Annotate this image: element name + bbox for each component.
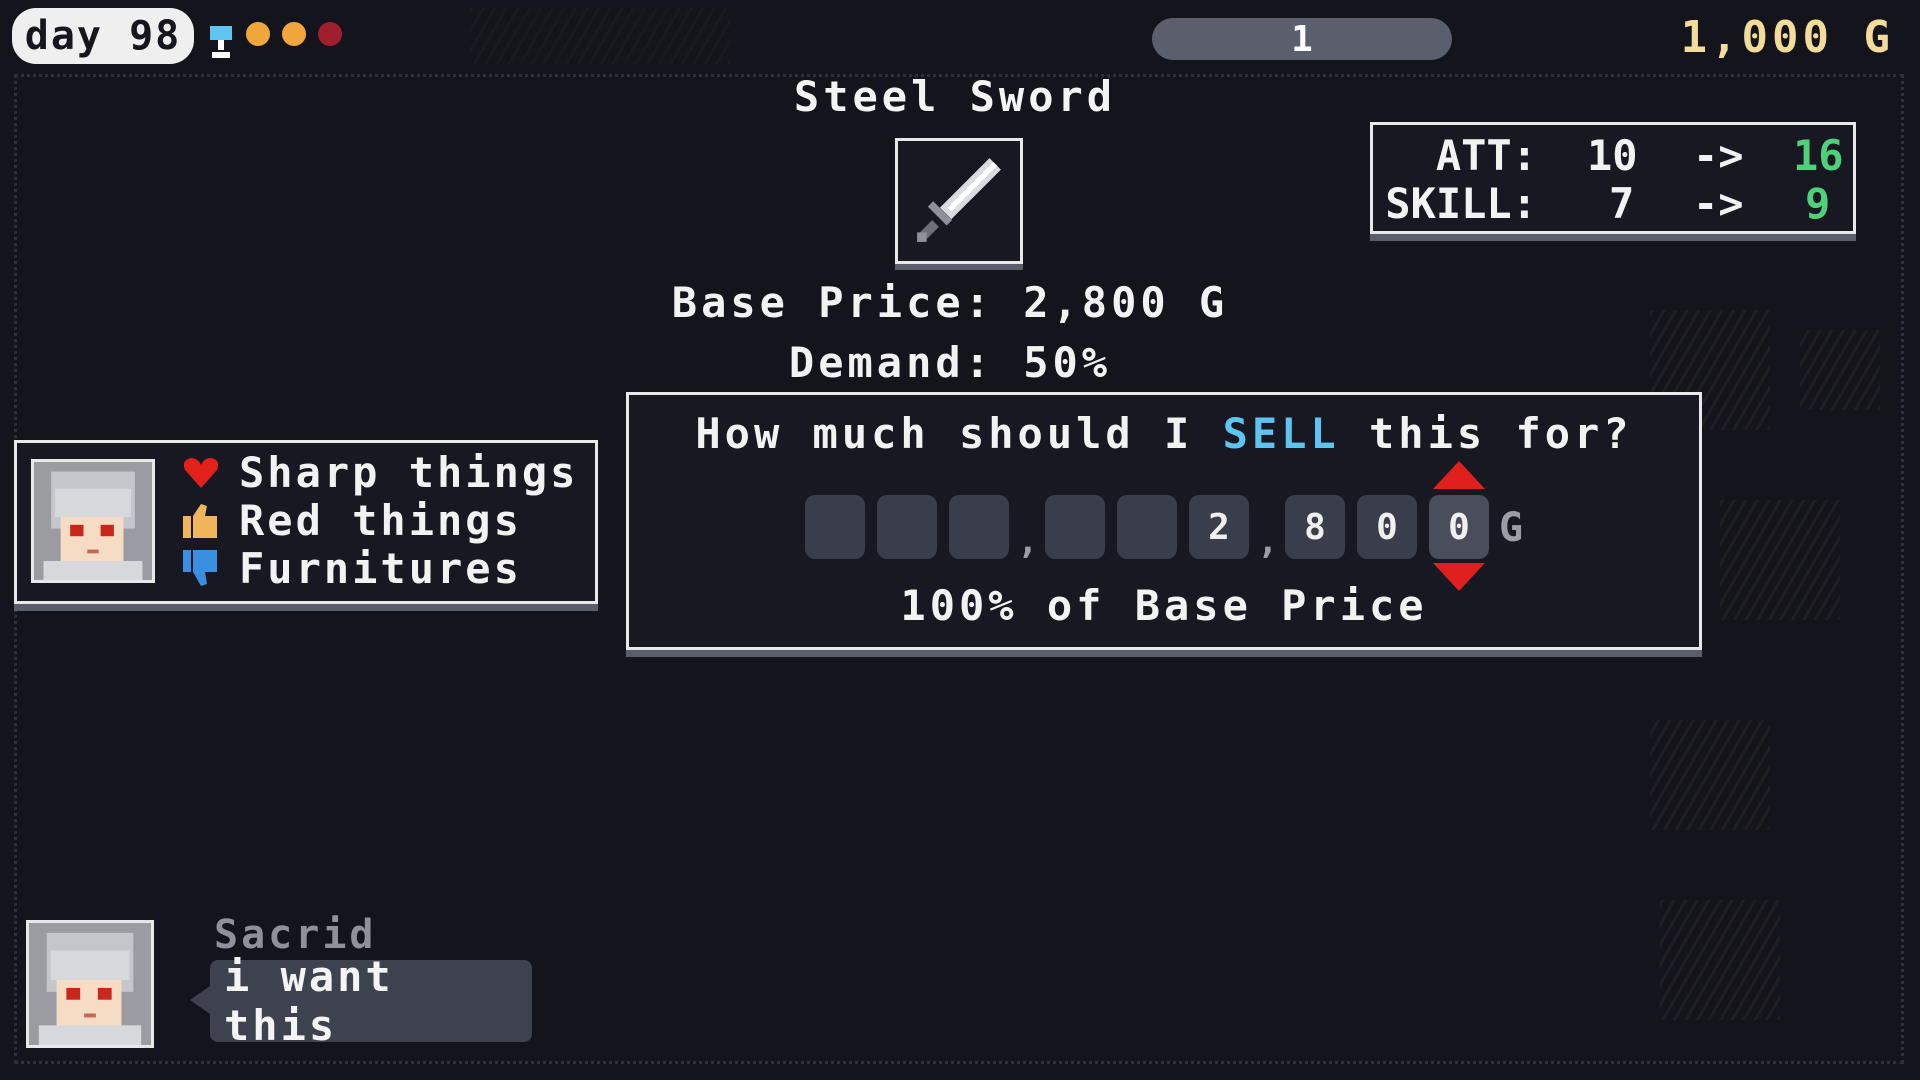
preference-row: Furnitures [181,543,522,593]
thumbs-down-icon [183,550,217,586]
stat-label: ATT: [1435,131,1537,180]
preference-row: Sharp things [181,447,579,497]
game-screen: day 98 1 1,000 G Steel Sword Base Price:… [0,0,1920,1080]
stat-from: 10 [1587,131,1638,180]
question-text: How much should I [695,409,1194,458]
stat-label: SKILL: [1385,179,1537,228]
stat-to: 16 [1793,131,1844,180]
customer-portrait [31,459,155,583]
day-indicator: day 98 [12,8,194,64]
demand: Demand: 50% [788,338,1112,387]
trophy-icon [210,26,232,58]
preference-label: Sharp things [239,447,579,497]
floor-pattern [470,8,730,64]
thumbs-up-icon [183,504,217,538]
speech-bubble: i want this [190,952,532,1050]
digit-slot[interactable] [949,495,1009,559]
digit-slot[interactable]: 8 [1285,495,1345,559]
customer-profile: Sharp things Red things Furnitures [14,440,598,611]
sell-price-dialog: How much should I SELL this for? , 2 , 8… [626,392,1702,657]
gold-amount: 1,000 G [1680,12,1894,63]
quantity-counter: 1 [1152,18,1452,60]
currency-unit: G [1499,505,1524,551]
digit-slot-selected[interactable]: 0 [1429,495,1489,559]
item-name: Steel Sword [793,72,1117,121]
heart-icon [183,458,219,488]
floor-pattern [1800,330,1880,410]
sell-keyword: SELL [1222,409,1340,458]
speech-text: i want this [224,952,394,1050]
question-text: this for? [1369,409,1633,458]
stat-row-att: ATT: 10 -> 16 [1373,131,1853,180]
floor-pattern [1720,500,1840,620]
thousands-separator: , [1257,521,1279,562]
floor-pattern [1660,900,1780,1020]
stat-from: 7 [1609,179,1635,228]
stat-to: 9 [1805,179,1831,228]
avatar [34,462,152,580]
preference-row: Red things [181,495,522,545]
status-dot [318,22,342,46]
stat-row-skill: SKILL: 7 -> 9 [1373,179,1853,228]
status-dots [246,22,342,46]
day-label: day 98 [24,13,182,59]
increment-arrow-icon[interactable] [1429,461,1489,491]
base-price: Base Price: 2,800 G [671,278,1229,327]
floor-pattern [1650,720,1770,830]
status-dot [282,22,306,46]
status-dot [246,22,270,46]
digit-slot[interactable]: 0 [1357,495,1417,559]
thousands-separator: , [1017,521,1039,562]
stat-comparison-panel: ATT: 10 -> 16 SKILL: 7 -> 9 [1370,122,1856,241]
digit-slot[interactable] [877,495,937,559]
speaker-portrait [26,920,154,1048]
preference-label: Furnitures [239,543,522,593]
stat-arrow: -> [1693,131,1744,180]
preference-label: Red things [239,495,522,545]
digit-slot[interactable] [1045,495,1105,559]
avatar [29,923,151,1045]
sword-icon [917,158,1001,242]
digit-slot[interactable] [805,495,865,559]
item-slot [895,138,1023,270]
counter-value: 1 [1291,18,1313,60]
price-percent: 100% of Base Price [900,581,1428,630]
digit-slot[interactable]: 2 [1189,495,1249,559]
digit-slot[interactable] [1117,495,1177,559]
sell-question: How much should I SELL this for? [629,409,1699,458]
stat-arrow: -> [1693,179,1744,228]
